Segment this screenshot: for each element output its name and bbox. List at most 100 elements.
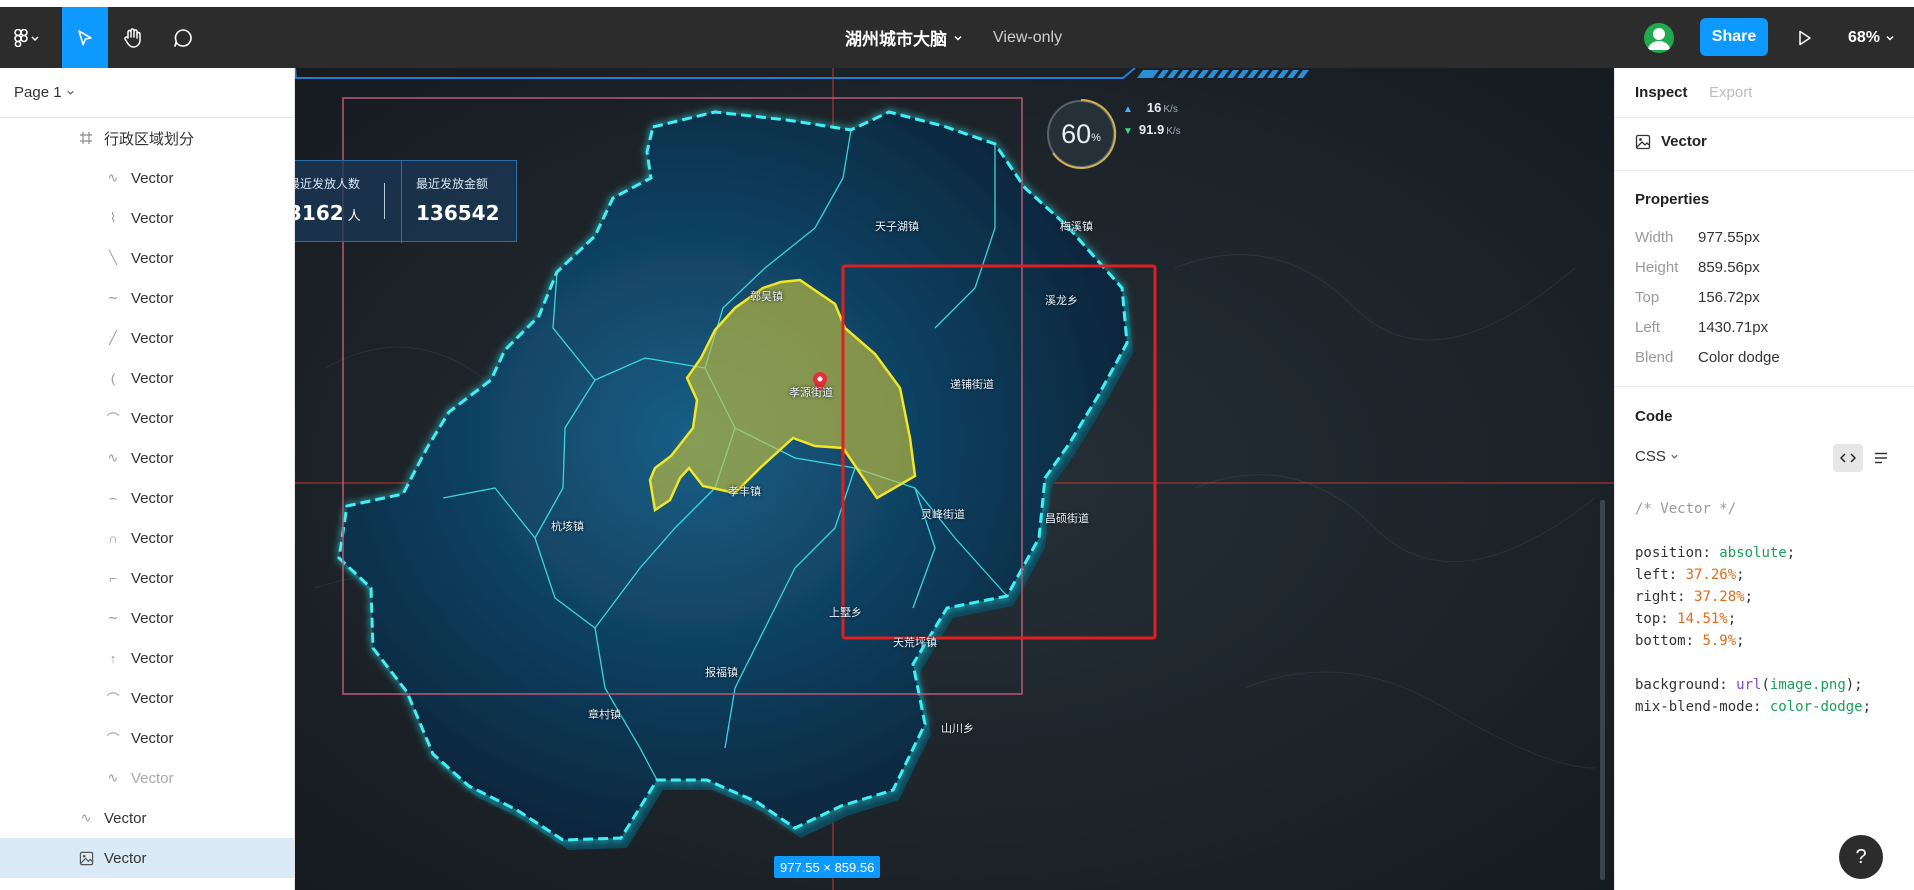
upload-speed-value: 16 [1146, 100, 1162, 115]
layer-row[interactable]: ⌢ Vector [0, 478, 294, 518]
property-value[interactable]: 1430.71px [1698, 319, 1768, 336]
share-button[interactable]: Share [1700, 18, 1768, 56]
layer-label: 行政区域划分 [104, 130, 195, 148]
document-title: 湖州城市大脑 [845, 30, 947, 50]
play-icon [1799, 30, 1811, 45]
code-value: image.png [1769, 677, 1846, 693]
upload-speed: ▲ 16 K/s [1123, 100, 1178, 115]
layer-row[interactable]: ⌒ Vector [0, 398, 294, 438]
vector-path-icon: ⌢ [108, 490, 118, 505]
layer-row[interactable]: ∼ Vector [0, 278, 294, 318]
property-label: Width [1635, 229, 1674, 246]
layer-label: Vector [131, 249, 174, 267]
layer-row[interactable]: ∩ Vector [0, 518, 294, 558]
vector-path-icon: ⌒ [106, 731, 120, 747]
stat-separator [401, 161, 402, 243]
chevron-down-icon [1886, 35, 1894, 40]
figma-window: 湖州城市大脑 View-only Share 68% Page 1 行政区域划分… [0, 0, 1914, 890]
divider [1615, 170, 1914, 171]
user-avatar[interactable] [1644, 23, 1674, 53]
layer-row-frame[interactable]: 行政区域划分 [0, 118, 294, 158]
map-label: 鄣吴镇 [750, 290, 783, 303]
move-tool-button[interactable] [62, 7, 108, 68]
view-only-label: View-only [993, 28, 1063, 46]
property-value[interactable]: 859.56px [1698, 259, 1760, 276]
code-heading: Code [1635, 408, 1673, 425]
layer-row[interactable]: ∿ Vector [0, 758, 294, 798]
layer-row[interactable]: ⌇ Vector [0, 198, 294, 238]
vector-path-icon: ⌒ [106, 691, 120, 707]
image-icon [78, 850, 94, 866]
map-label: 上墅乡 [829, 606, 862, 619]
code-view-button[interactable] [1833, 444, 1863, 472]
layer-label: Vector [131, 369, 174, 387]
layer-row[interactable]: ∿ Vector [0, 798, 294, 838]
layer-row[interactable]: Vector [0, 838, 294, 878]
hand-tool-button[interactable] [110, 7, 156, 68]
map-label: 孝源街道 [789, 386, 833, 399]
present-button[interactable] [1790, 7, 1820, 68]
map-label: 孝丰镇 [728, 485, 761, 498]
zoom-dropdown[interactable]: 68% [1848, 7, 1895, 68]
design-canvas[interactable]: 天子湖镇 梅溪镇 鄣吴镇 溪龙乡 递铺街道 孝源街道 孝丰镇 杭垓镇 灵峰街道 … [295, 68, 1614, 890]
code-list-button[interactable] [1869, 444, 1893, 472]
vector-path-icon: ⌒ [106, 411, 120, 427]
layer-row[interactable]: ⌒ Vector [0, 718, 294, 758]
layer-row[interactable]: ∿ Vector [0, 438, 294, 478]
frame-grid-icon [78, 130, 94, 146]
vector-path-icon: ╲ [109, 250, 117, 265]
property-label: Height [1635, 259, 1679, 276]
vector-path-icon: ∩ [108, 530, 118, 546]
help-button[interactable]: ? [1839, 835, 1883, 879]
code-prop: position [1635, 545, 1703, 561]
layer-label: Vector [131, 409, 174, 427]
layer-list: 行政区域划分 ∿ Vector ⌇ Vector ╲ Vector ∼ Vector ╱ Vecto… [0, 118, 294, 878]
figma-logo-icon [14, 28, 39, 47]
comment-tool-button[interactable] [160, 7, 206, 68]
layer-label: Vector [131, 609, 174, 627]
vector-path-icon: ( [110, 370, 116, 386]
vector-path-icon: ∿ [80, 810, 92, 825]
map-label: 杭垓镇 [551, 520, 584, 533]
property-value[interactable]: 977.55px [1698, 229, 1760, 246]
dimension-label: 977.55 × 859.56 [774, 856, 881, 878]
upload-speed-unit: K/s [1163, 104, 1178, 115]
document-title-dropdown[interactable]: 湖州城市大脑 [845, 7, 963, 68]
layer-label: Vector [131, 169, 174, 187]
map-label: 梅溪镇 [1060, 220, 1093, 233]
property-value[interactable]: 156.72px [1698, 289, 1760, 306]
layer-row[interactable]: ∼ Vector [0, 598, 294, 638]
layer-row[interactable]: ╲ Vector [0, 238, 294, 278]
layer-row[interactable]: ╱ Vector [0, 318, 294, 358]
cursor-arrow-icon [78, 29, 92, 45]
amount-value: 136542 [416, 201, 500, 225]
layer-row[interactable]: ( Vector [0, 358, 294, 398]
canvas-scrollbar[interactable] [1600, 500, 1605, 880]
tab-inspect[interactable]: Inspect [1635, 84, 1688, 101]
layer-row[interactable]: ⌐ Vector [0, 558, 294, 598]
layer-row[interactable]: ↑ Vector [0, 638, 294, 678]
people-label: 最近发放人数 [295, 177, 361, 191]
vector-path-icon: ∿ [107, 170, 119, 185]
code-function: url [1736, 677, 1762, 693]
divider [1615, 386, 1914, 387]
properties-heading: Properties [1635, 191, 1710, 208]
code-language-dropdown[interactable]: CSS [1635, 448, 1679, 465]
tab-export[interactable]: Export [1709, 84, 1752, 101]
gauge-ring [1052, 98, 1117, 169]
code-value: 14.51% [1677, 611, 1728, 627]
vector-path-icon: ╱ [109, 330, 117, 345]
layer-label: Vector [131, 289, 174, 307]
layer-row[interactable]: ∿ Vector [0, 158, 294, 198]
layer-row[interactable]: ⌒ Vector [0, 678, 294, 718]
page-dropdown[interactable]: Page 1 [14, 84, 75, 101]
selection-name: Vector [1661, 133, 1707, 150]
map-label: 章村镇 [588, 708, 621, 721]
css-code-block[interactable]: /* Vector */ position: absolute; left: 3… [1635, 498, 1871, 718]
property-label: Left [1635, 319, 1661, 336]
map-label: 山川乡 [941, 722, 974, 735]
layer-label: Vector [131, 529, 174, 547]
map-label: 灵峰街道 [921, 508, 965, 521]
main-menu-button[interactable] [0, 7, 52, 68]
property-value[interactable]: Color dodge [1698, 349, 1780, 366]
